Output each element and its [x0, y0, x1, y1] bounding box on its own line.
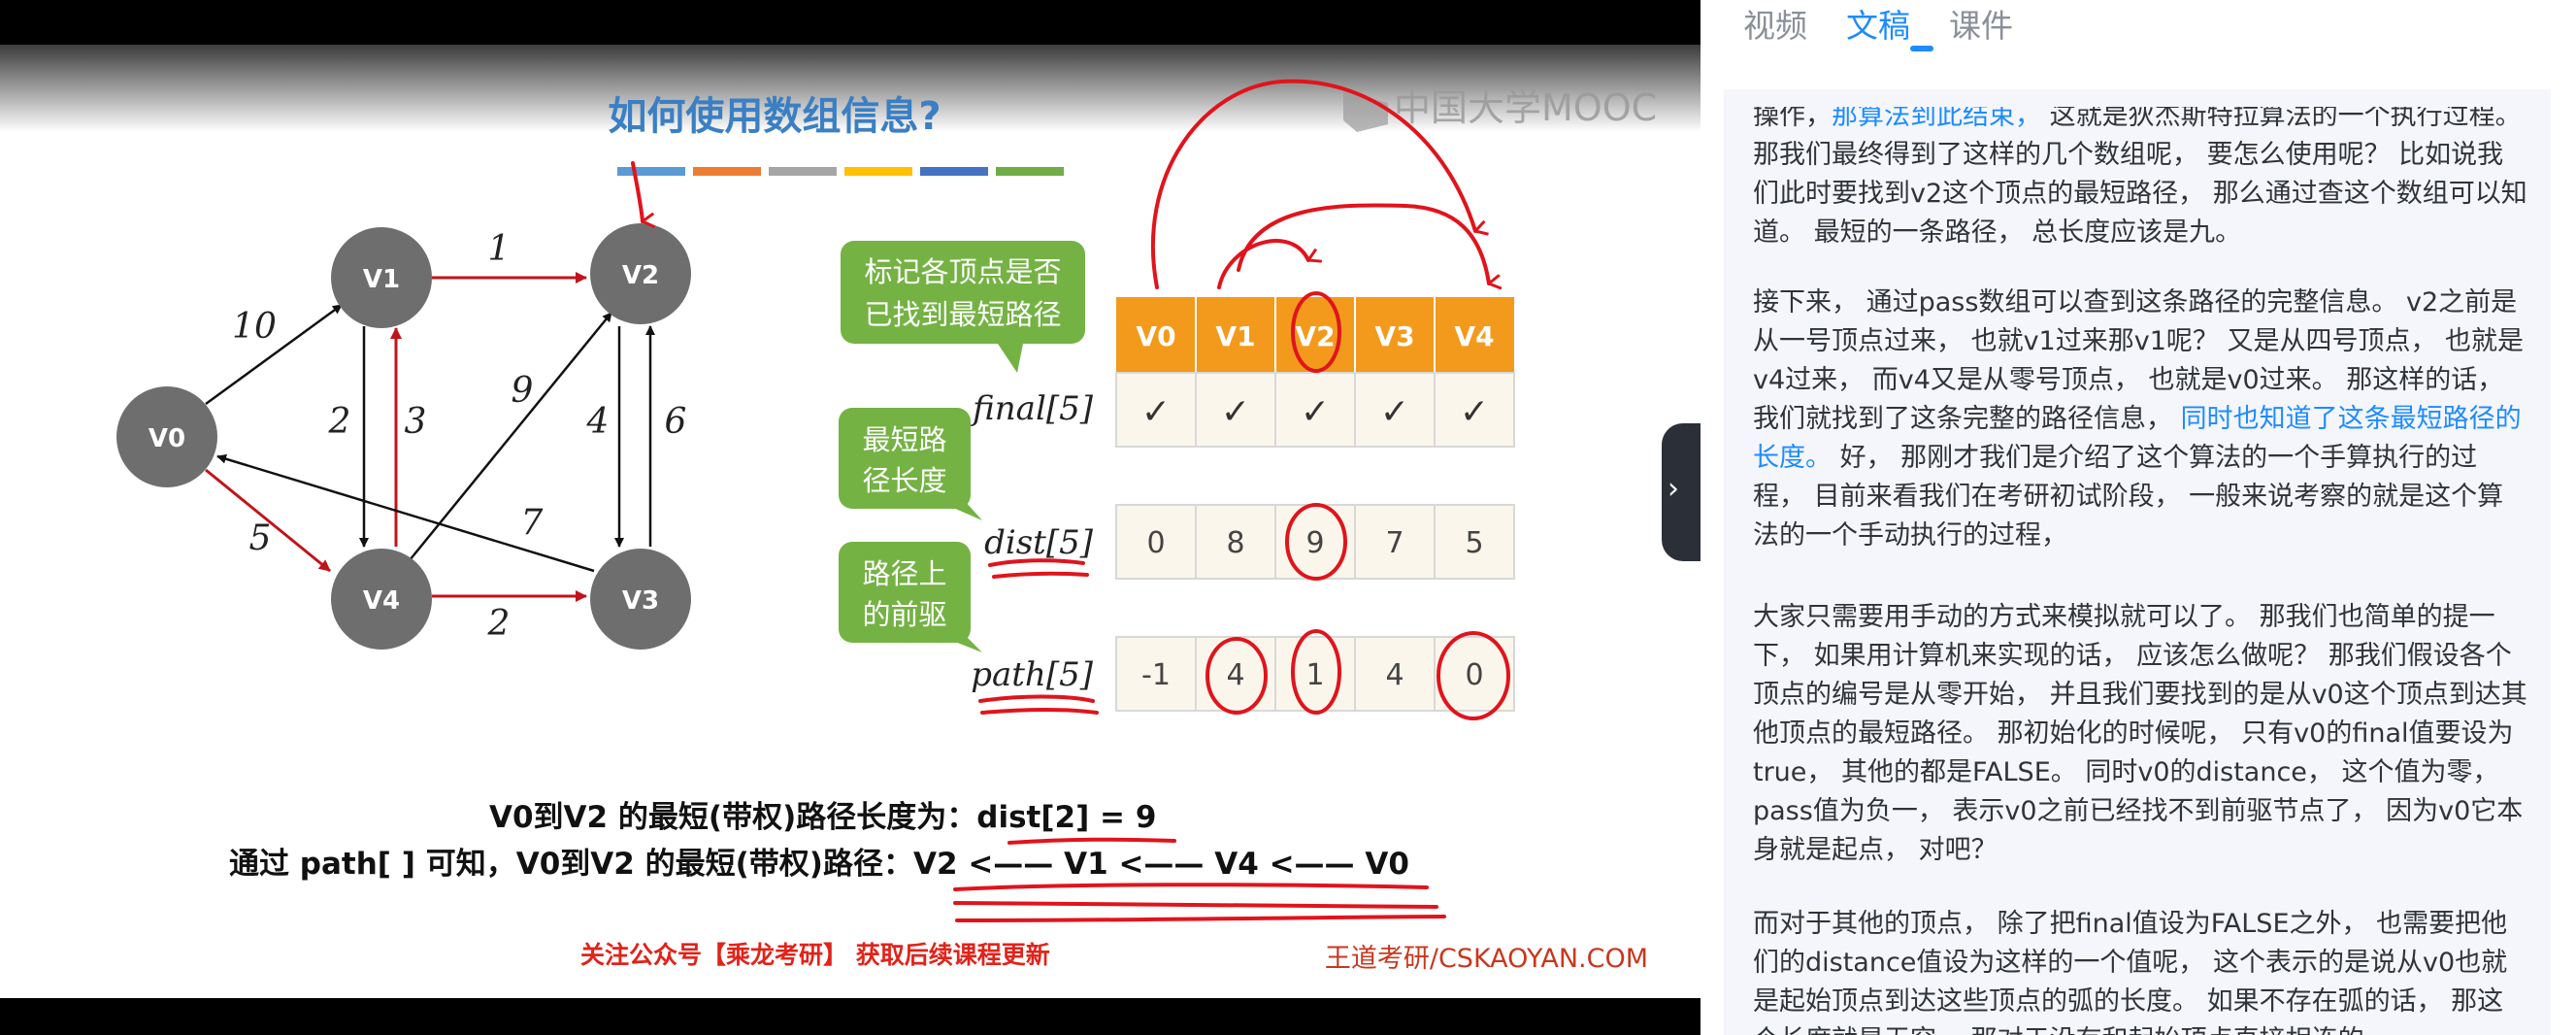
callout-final: 标记各顶点是否 已找到最短路径 [841, 241, 1085, 373]
path-cell-0: -1 [1141, 658, 1171, 692]
dist-cell-3: 7 [1385, 526, 1404, 560]
transcript-top-fade [1724, 89, 2551, 107]
tab-video[interactable]: 视频 [1743, 0, 1807, 47]
table-header-v2: V2 [1295, 320, 1335, 352]
edge-weight-v2-v3: 4 [586, 402, 610, 442]
chevron-right-icon: › [1668, 472, 1679, 506]
transcript-text: 好， 那刚才我们是介绍了这个算法的一个手算执行的过程， 目前来看我们在考研初试阶… [1753, 443, 2504, 551]
tab-courseware[interactable]: 课件 [1949, 0, 2013, 47]
transcript-paragraph: 接下来， 通过pass数组可以查到这条路径的完整信息。 v2之前是从一号顶点过来… [1753, 284, 2529, 555]
edge-weight-v4-v3: 2 [487, 604, 511, 644]
result-line2-prefix: 通过 path[ ] 可知，V0到V2 的最短(带权)路径： [229, 847, 913, 882]
dist-cell-2: 9 [1305, 526, 1324, 560]
table-header-v3: V3 [1374, 320, 1414, 352]
table-header-v0: V0 [1136, 320, 1175, 352]
table-header-row: V0 V1 V2 V3 V4 [1116, 297, 1514, 373]
callout-path-line1: 路径上 [862, 557, 946, 590]
edge-weight-v4-v2: 9 [512, 371, 534, 411]
mooc-watermark: 中国大学MOOC [1394, 86, 1657, 129]
callout-path: 路径上 的前驱 [839, 542, 982, 652]
title-color-bar [617, 167, 1064, 176]
node-v2: V2 [622, 261, 659, 290]
final-cell-1: ✓ [1221, 392, 1250, 432]
active-tab-indicator [1910, 46, 1933, 51]
result-line1-value: dist[2] = 9 [976, 800, 1156, 835]
path-cell-4: 0 [1465, 658, 1483, 692]
final-cell-3: ✓ [1380, 392, 1409, 432]
callout-final-line1: 标记各顶点是否 [864, 255, 1061, 288]
dist-cell-1: 8 [1226, 526, 1244, 560]
transcript-paragraph: 而对于其他的顶点， 除了把final值设为FALSE之外， 也需要把他们的dis… [1753, 905, 2529, 1035]
tab-transcript[interactable]: 文稿 [1846, 0, 1910, 47]
callout-dist: 最短路 径长度 [839, 408, 982, 520]
transcript-text: 而对于其他的顶点， 除了把final值设为FALSE之外， 也需要把他们的dis… [1753, 909, 2508, 1035]
callout-dist-line2: 径长度 [862, 464, 946, 497]
edge-weight-v0-v1: 10 [232, 307, 277, 347]
table-header-v1: V1 [1215, 320, 1255, 352]
result-line2: 通过 path[ ] 可知，V0到V2 的最短(带权)路径：V2 <—— V1 … [229, 847, 1409, 882]
panel-collapse-button[interactable]: › [1662, 423, 1701, 561]
edge-weight-v0-v4: 5 [249, 518, 272, 558]
final-label: final[5] [970, 389, 1094, 428]
dist-label: dist[5] [984, 523, 1094, 562]
node-v0: V0 [149, 424, 185, 453]
path-cell-1: 4 [1226, 658, 1244, 692]
result-line1: V0到V2 的最短(带权)路径长度为：dist[2] = 9 [489, 800, 1156, 835]
edge-weight-v4-v1: 3 [405, 402, 427, 442]
lecture-slide: 如何使用数组信息? 中国大学MOOC 10 1 2 3 9 4 6 5 7 2 … [116, 79, 1657, 974]
table-row-path: -1 4 1 4 0 [1115, 636, 1515, 712]
edge-weight-v3-v2: 6 [665, 402, 687, 442]
handwritten-annotations [631, 79, 1510, 922]
table-row-final: ✓ ✓ ✓ ✓ ✓ [1115, 372, 1515, 448]
transcript-text: 大家只需要用手动的方式来模拟就可以了。 那我们也简单的提一下， 如果用计算机来实… [1753, 602, 2527, 865]
callout-final-line2: 已找到最短路径 [864, 298, 1061, 331]
node-v4: V4 [363, 586, 400, 616]
callout-path-line2: 的前驱 [862, 598, 946, 631]
path-label: path[5] [971, 655, 1093, 694]
side-panel: 视频 文稿 课件 操作，那算法到此结束， 这就是狄杰斯特拉算法的一个执行过程。 … [1701, 0, 2576, 1035]
path-cell-2: 1 [1305, 658, 1324, 692]
final-cell-2: ✓ [1301, 392, 1330, 432]
final-cell-4: ✓ [1460, 392, 1489, 432]
transcript-paragraph: 操作，那算法到此结束， 这就是狄杰斯特拉算法的一个执行过程。 那我们最终得到了这… [1753, 97, 2529, 252]
callout-dist-line1: 最短路 [862, 423, 946, 456]
transcript-content[interactable]: 操作，那算法到此结束， 这就是狄杰斯特拉算法的一个执行过程。 那我们最终得到了这… [1724, 89, 2551, 1035]
edge-weight-v1-v4: 2 [328, 402, 351, 442]
video-letterbox-bottom [0, 998, 1701, 1035]
path-cell-3: 4 [1385, 658, 1404, 692]
footer-brand: 王道考研/CSKAOYAN.COM [1325, 944, 1648, 974]
edge-weight-v3-v0: 7 [521, 503, 544, 543]
node-v1: V1 [363, 265, 400, 294]
dist-cell-0: 0 [1146, 526, 1165, 560]
table-header-v4: V4 [1454, 320, 1494, 352]
transcript-paragraph: 大家只需要用手动的方式来模拟就可以了。 那我们也简单的提一下， 如果用计算机来实… [1753, 598, 2529, 870]
table-row-dist: 0 8 9 7 5 [1115, 504, 1515, 580]
result-line2-value: V2 <—— V1 <—— V4 <—— V0 [913, 847, 1409, 882]
dist-cell-4: 5 [1465, 526, 1483, 560]
slide-title: 如何使用数组信息? [608, 94, 941, 139]
video-player[interactable]: 如何使用数组信息? 中国大学MOOC 10 1 2 3 9 4 6 5 7 2 … [0, 0, 1701, 1035]
result-line1-prefix: V0到V2 的最短(带权)路径长度为： [489, 800, 976, 835]
final-cell-0: ✓ [1141, 392, 1171, 432]
edge-weight-v1-v2: 1 [488, 229, 511, 269]
node-v3: V3 [622, 586, 659, 616]
footer-wechat-notice: 关注公众号【乘龙考研】 获取后续课程更新 [580, 941, 1050, 969]
